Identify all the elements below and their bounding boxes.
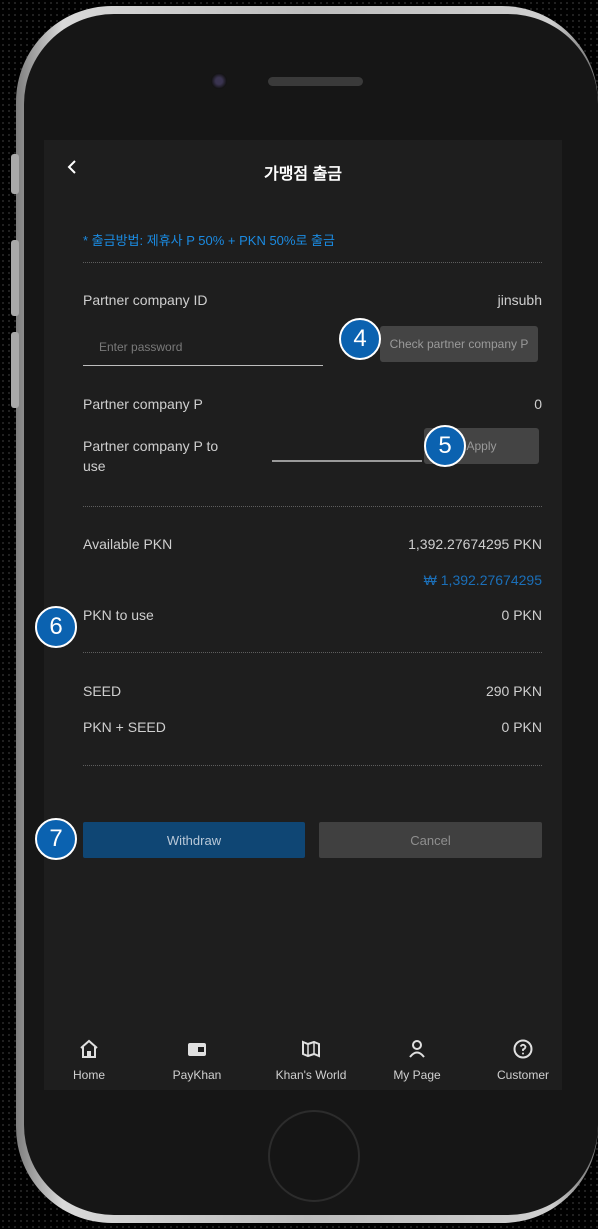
partner-p-use-label: Partner company P to use (83, 438, 219, 474)
tab-label: Khan's World (275, 1068, 347, 1082)
cancel-button[interactable]: Cancel (319, 822, 542, 858)
question-circle-icon (513, 1039, 533, 1059)
volume-down-button (11, 332, 19, 408)
pkn-to-use-label: PKN to use (83, 607, 154, 623)
divider (83, 765, 542, 766)
tab-label: My Page (393, 1068, 441, 1082)
pkn-seed-value: 0 PKN (501, 719, 542, 735)
available-pkn-label: Available PKN (83, 536, 173, 552)
partner-id-label: Partner company ID (83, 292, 208, 308)
seed-label: SEED (83, 683, 122, 699)
tab-label: Home (72, 1068, 105, 1082)
volume-up-button (11, 240, 19, 316)
available-pkn-value: 1,392.27674295 PKN (408, 536, 542, 552)
withdrawal-method-notice: * 출금방법: 제휴사 P 50% + PKN 50%로 출금 (83, 233, 335, 248)
home-button[interactable] (268, 1110, 360, 1202)
front-camera (211, 73, 227, 89)
step-badge-7: 7 (35, 818, 77, 860)
tab-khans-world[interactable]: Khan's World (266, 1030, 356, 1084)
wallet-icon (188, 1043, 206, 1056)
map-book-icon (302, 1040, 320, 1058)
step-badge-4: 4 (339, 318, 381, 360)
withdraw-button[interactable]: Withdraw (83, 822, 305, 858)
tab-paykhan[interactable]: PayKhan (152, 1030, 242, 1084)
partner-p-label: Partner company P (83, 396, 203, 412)
available-pkn-krw: ₩ 1,392.27674295 (423, 572, 542, 588)
step-badge-6: 6 (35, 606, 77, 648)
partner-p-use-input[interactable] (272, 456, 422, 462)
tab-label: Customer (496, 1068, 549, 1082)
app-screen: 가맹점 출금 * 출금방법: 제휴사 P 50% + PKN 50%로 출금 P… (44, 140, 562, 1090)
tab-label: PayKhan (172, 1068, 222, 1082)
tab-my-page[interactable]: My Page (372, 1030, 462, 1084)
divider (83, 652, 542, 653)
pkn-to-use-value: 0 PKN (501, 607, 542, 623)
bottom-tab-bar: Home PayKhan Khan's World My Page Custom… (44, 1030, 562, 1090)
partner-id-value: jinsubh (497, 292, 542, 308)
step-badge-5: 5 (424, 425, 466, 467)
earpiece-speaker (268, 77, 363, 86)
partner-p-value: 0 (534, 396, 542, 412)
home-icon (80, 1039, 98, 1058)
seed-value: 290 PKN (485, 683, 542, 699)
pkn-seed-label: PKN + SEED (83, 719, 166, 735)
check-partner-p-button[interactable]: Check partner company P (380, 326, 538, 362)
user-icon (409, 1040, 425, 1058)
password-input[interactable] (83, 328, 323, 366)
header: 가맹점 출금 (44, 140, 562, 200)
mute-switch (11, 154, 19, 194)
page-title: 가맹점 출금 (263, 166, 343, 183)
tab-home[interactable]: Home (44, 1030, 134, 1084)
divider (83, 506, 542, 507)
divider (83, 262, 542, 263)
tab-customer[interactable]: Customer (478, 1030, 562, 1084)
